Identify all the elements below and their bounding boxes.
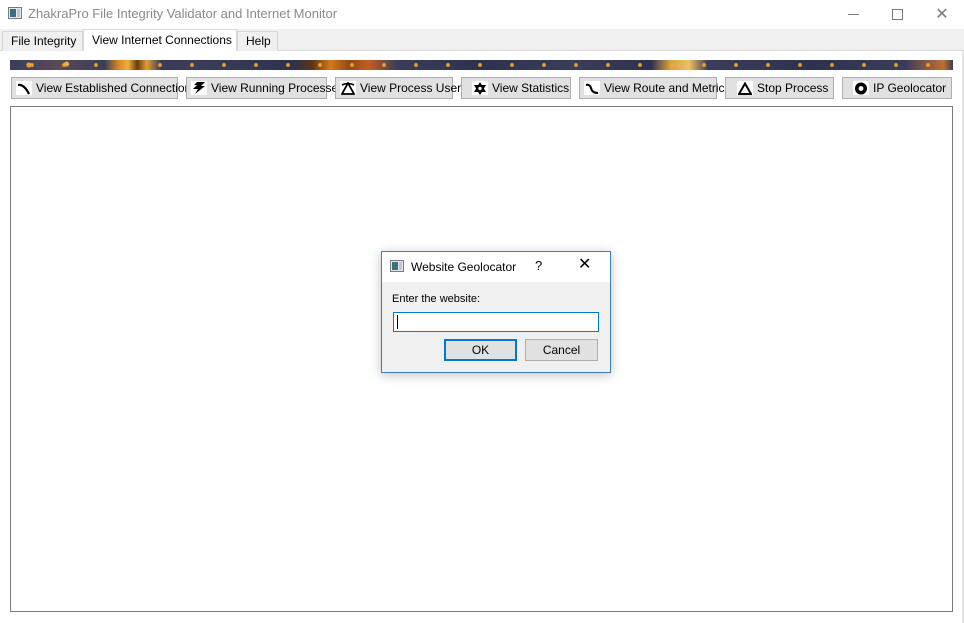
- help-button[interactable]: ?: [535, 258, 542, 273]
- view-process-users-button[interactable]: View Process Users: [335, 77, 467, 99]
- button-label: View Running Processes: [211, 81, 345, 95]
- dialog-titlebar: Website Geolocator ? ✕: [382, 252, 610, 282]
- dialog-window-icon: [390, 260, 404, 272]
- button-label: IP Geolocator: [873, 81, 947, 95]
- route-curve-icon: [584, 81, 600, 95]
- minimize-button[interactable]: [830, 0, 876, 29]
- tab-help[interactable]: Help: [237, 31, 278, 51]
- close-icon: ✕: [935, 5, 949, 23]
- button-label: View Route and Metrics: [604, 81, 731, 95]
- button-label: Stop Process: [757, 81, 829, 95]
- minimize-icon: [847, 14, 859, 15]
- ok-button[interactable]: OK: [444, 339, 517, 361]
- dialog-title: Website Geolocator: [411, 260, 517, 274]
- close-button[interactable]: ✕: [919, 0, 964, 29]
- website-input[interactable]: [393, 312, 599, 332]
- text-caret: [397, 315, 398, 329]
- window-title: ZhakraPro File Integrity Validator and I…: [28, 6, 338, 21]
- triangle-icon: [737, 81, 753, 95]
- website-geolocator-dialog: Website Geolocator ? ✕ Enter the website…: [381, 251, 611, 373]
- button-label: View Statistics: [492, 81, 570, 95]
- view-established-connections-button[interactable]: View Established Connections: [11, 77, 197, 99]
- lightning-icon: [191, 81, 207, 95]
- stop-process-button[interactable]: Stop Process: [725, 77, 834, 99]
- banner-lights-overlay: [10, 60, 953, 70]
- window-titlebar: ZhakraPro File Integrity Validator and I…: [0, 0, 964, 29]
- tab-bar: File Integrity View Internet Connections…: [0, 29, 964, 51]
- button-label: View Process Users: [360, 81, 468, 95]
- view-running-processes-button[interactable]: View Running Processes: [186, 77, 344, 99]
- maximize-icon: [891, 9, 903, 20]
- view-statistics-button[interactable]: View Statistics: [461, 77, 571, 99]
- cancel-button[interactable]: Cancel: [525, 339, 598, 361]
- globe-ring-icon: [853, 81, 869, 95]
- maximize-button[interactable]: [874, 0, 920, 29]
- dialog-close-button[interactable]: ✕: [578, 257, 591, 273]
- view-route-and-metrics-button[interactable]: View Route and Metrics: [579, 77, 731, 99]
- tab-view-internet-connections[interactable]: View Internet Connections: [83, 29, 237, 51]
- ip-geolocator-button[interactable]: IP Geolocator: [842, 77, 952, 99]
- star-of-david-icon: [472, 81, 488, 95]
- curve-icon: [16, 81, 32, 95]
- tab-file-integrity[interactable]: File Integrity: [2, 31, 83, 51]
- app-window-icon: [8, 7, 22, 19]
- triangle-users-icon: [340, 81, 356, 95]
- button-label: View Established Connections: [36, 81, 198, 95]
- website-label: Enter the website:: [392, 293, 481, 305]
